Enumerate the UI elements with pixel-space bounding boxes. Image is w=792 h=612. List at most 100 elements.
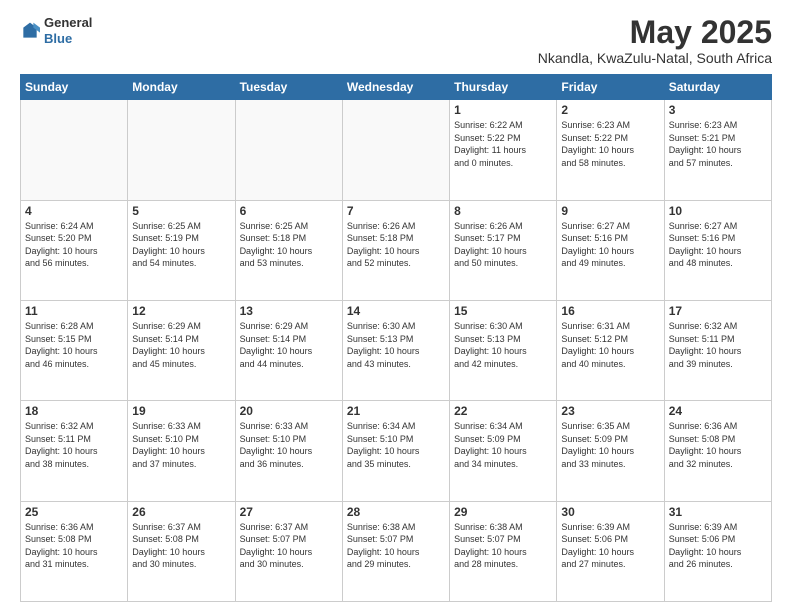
calendar-week-4: 18 Sunrise: 6:32 AMSunset: 5:11 PMDayligh…	[21, 401, 772, 501]
calendar-cell: 11 Sunrise: 6:28 AMSunset: 5:15 PMDayligh…	[21, 300, 128, 400]
cell-info: Sunrise: 6:23 AMSunset: 5:22 PMDaylight:…	[561, 119, 659, 169]
cell-info: Sunrise: 6:34 AMSunset: 5:10 PMDaylight:…	[347, 420, 445, 470]
calendar-cell: 25Sunrise: 6:36 AMSunset: 5:08 PMDayligh…	[21, 501, 128, 601]
calendar-cell: 16Sunrise: 6:31 AMSunset: 5:12 PMDayligh…	[557, 300, 664, 400]
calendar-cell: 4 Sunrise: 6:24 AMSunset: 5:20 PMDaylight…	[21, 200, 128, 300]
day-number: 4	[25, 204, 123, 218]
day-number: 12	[132, 304, 230, 318]
cell-info: Sunrise: 6:36 AMSunset: 5:08 PMDaylight:…	[25, 521, 123, 571]
day-number: 27	[240, 505, 338, 519]
cell-info: Sunrise: 6:31 AMSunset: 5:12 PMDaylight:…	[561, 320, 659, 370]
cell-info: Sunrise: 6:22 AMSunset: 5:22 PMDaylight:…	[454, 119, 552, 169]
day-number: 28	[347, 505, 445, 519]
cell-info: Sunrise: 6:32 AMSunset: 5:11 PMDaylight:…	[25, 420, 123, 470]
calendar-cell: 24 Sunrise: 6:36 AMSunset: 5:08 PMDayligh…	[664, 401, 771, 501]
cell-info: Sunrise: 6:32 AMSunset: 5:11 PMDaylight:…	[669, 320, 767, 370]
cell-info: Sunrise: 6:30 AMSunset: 5:13 PMDaylight:…	[347, 320, 445, 370]
day-number: 20	[240, 404, 338, 418]
cell-info: Sunrise: 6:25 AMSunset: 5:18 PMDaylight:…	[240, 220, 338, 270]
calendar-cell: 10 Sunrise: 6:27 AMSunset: 5:16 PMDayligh…	[664, 200, 771, 300]
day-number: 6	[240, 204, 338, 218]
calendar-cell: 23 Sunrise: 6:35 AMSunset: 5:09 PMDayligh…	[557, 401, 664, 501]
day-number: 29	[454, 505, 552, 519]
calendar-cell: 13Sunrise: 6:29 AMSunset: 5:14 PMDayligh…	[235, 300, 342, 400]
calendar-cell: 9 Sunrise: 6:27 AMSunset: 5:16 PMDaylight…	[557, 200, 664, 300]
day-number: 21	[347, 404, 445, 418]
cell-info: Sunrise: 6:38 AMSunset: 5:07 PMDaylight:…	[454, 521, 552, 571]
day-number: 10	[669, 204, 767, 218]
calendar-cell: 26 Sunrise: 6:37 AMSunset: 5:08 PMDayligh…	[128, 501, 235, 601]
cell-info: Sunrise: 6:36 AMSunset: 5:08 PMDaylight:…	[669, 420, 767, 470]
calendar-header-monday: Monday	[128, 75, 235, 100]
calendar-week-3: 11 Sunrise: 6:28 AMSunset: 5:15 PMDayligh…	[21, 300, 772, 400]
calendar-cell	[235, 100, 342, 200]
logo-blue-text: Blue	[44, 31, 72, 46]
cell-info: Sunrise: 6:37 AMSunset: 5:08 PMDaylight:…	[132, 521, 230, 571]
calendar-header-sunday: Sunday	[21, 75, 128, 100]
calendar-cell: 6 Sunrise: 6:25 AMSunset: 5:18 PMDaylight…	[235, 200, 342, 300]
logo-icon	[20, 21, 40, 41]
day-number: 3	[669, 103, 767, 117]
calendar-header-friday: Friday	[557, 75, 664, 100]
calendar-week-5: 25Sunrise: 6:36 AMSunset: 5:08 PMDayligh…	[21, 501, 772, 601]
calendar-cell	[128, 100, 235, 200]
cell-info: Sunrise: 6:28 AMSunset: 5:15 PMDaylight:…	[25, 320, 123, 370]
cell-info: Sunrise: 6:29 AMSunset: 5:14 PMDaylight:…	[132, 320, 230, 370]
cell-info: Sunrise: 6:35 AMSunset: 5:09 PMDaylight:…	[561, 420, 659, 470]
day-number: 22	[454, 404, 552, 418]
calendar-cell: 19Sunrise: 6:33 AMSunset: 5:10 PMDayligh…	[128, 401, 235, 501]
day-number: 23	[561, 404, 659, 418]
cell-info: Sunrise: 6:26 AMSunset: 5:18 PMDaylight:…	[347, 220, 445, 270]
day-number: 7	[347, 204, 445, 218]
calendar-week-2: 4 Sunrise: 6:24 AMSunset: 5:20 PMDaylight…	[21, 200, 772, 300]
calendar-cell: 20Sunrise: 6:33 AMSunset: 5:10 PMDayligh…	[235, 401, 342, 501]
page: General Blue May 2025 Nkandla, KwaZulu-N…	[0, 0, 792, 612]
calendar-week-1: 1 Sunrise: 6:22 AMSunset: 5:22 PMDaylight…	[21, 100, 772, 200]
cell-info: Sunrise: 6:30 AMSunset: 5:13 PMDaylight:…	[454, 320, 552, 370]
day-number: 9	[561, 204, 659, 218]
day-number: 2	[561, 103, 659, 117]
calendar-header-saturday: Saturday	[664, 75, 771, 100]
day-number: 1	[454, 103, 552, 117]
calendar-cell: 21 Sunrise: 6:34 AMSunset: 5:10 PMDayligh…	[342, 401, 449, 501]
calendar-cell: 29 Sunrise: 6:38 AMSunset: 5:07 PMDayligh…	[450, 501, 557, 601]
day-number: 30	[561, 505, 659, 519]
location: Nkandla, KwaZulu-Natal, South Africa	[538, 50, 772, 66]
calendar-cell: 18 Sunrise: 6:32 AMSunset: 5:11 PMDayligh…	[21, 401, 128, 501]
month-title: May 2025	[538, 15, 772, 50]
day-number: 17	[669, 304, 767, 318]
calendar-cell: 31Sunrise: 6:39 AMSunset: 5:06 PMDayligh…	[664, 501, 771, 601]
calendar-cell: 12 Sunrise: 6:29 AMSunset: 5:14 PMDayligh…	[128, 300, 235, 400]
cell-info: Sunrise: 6:26 AMSunset: 5:17 PMDaylight:…	[454, 220, 552, 270]
cell-info: Sunrise: 6:23 AMSunset: 5:21 PMDaylight:…	[669, 119, 767, 169]
calendar-cell	[342, 100, 449, 200]
calendar-header-thursday: Thursday	[450, 75, 557, 100]
cell-info: Sunrise: 6:29 AMSunset: 5:14 PMDaylight:…	[240, 320, 338, 370]
cell-info: Sunrise: 6:27 AMSunset: 5:16 PMDaylight:…	[669, 220, 767, 270]
cell-info: Sunrise: 6:37 AMSunset: 5:07 PMDaylight:…	[240, 521, 338, 571]
cell-info: Sunrise: 6:39 AMSunset: 5:06 PMDaylight:…	[561, 521, 659, 571]
day-number: 11	[25, 304, 123, 318]
calendar-cell: 1 Sunrise: 6:22 AMSunset: 5:22 PMDaylight…	[450, 100, 557, 200]
calendar-header-row: SundayMondayTuesdayWednesdayThursdayFrid…	[21, 75, 772, 100]
day-number: 8	[454, 204, 552, 218]
cell-info: Sunrise: 6:38 AMSunset: 5:07 PMDaylight:…	[347, 521, 445, 571]
day-number: 5	[132, 204, 230, 218]
day-number: 18	[25, 404, 123, 418]
day-number: 24	[669, 404, 767, 418]
cell-info: Sunrise: 6:24 AMSunset: 5:20 PMDaylight:…	[25, 220, 123, 270]
cell-info: Sunrise: 6:33 AMSunset: 5:10 PMDaylight:…	[132, 420, 230, 470]
calendar-cell: 27 Sunrise: 6:37 AMSunset: 5:07 PMDayligh…	[235, 501, 342, 601]
calendar-header-wednesday: Wednesday	[342, 75, 449, 100]
calendar-table: SundayMondayTuesdayWednesdayThursdayFrid…	[20, 74, 772, 602]
calendar-cell: 3 Sunrise: 6:23 AMSunset: 5:21 PMDaylight…	[664, 100, 771, 200]
calendar-header-tuesday: Tuesday	[235, 75, 342, 100]
calendar-cell	[21, 100, 128, 200]
calendar-cell: 17 Sunrise: 6:32 AMSunset: 5:11 PMDayligh…	[664, 300, 771, 400]
calendar-cell: 15Sunrise: 6:30 AMSunset: 5:13 PMDayligh…	[450, 300, 557, 400]
calendar-cell: 28 Sunrise: 6:38 AMSunset: 5:07 PMDayligh…	[342, 501, 449, 601]
cell-info: Sunrise: 6:27 AMSunset: 5:16 PMDaylight:…	[561, 220, 659, 270]
cell-info: Sunrise: 6:25 AMSunset: 5:19 PMDaylight:…	[132, 220, 230, 270]
day-number: 26	[132, 505, 230, 519]
calendar-cell: 22Sunrise: 6:34 AMSunset: 5:09 PMDayligh…	[450, 401, 557, 501]
